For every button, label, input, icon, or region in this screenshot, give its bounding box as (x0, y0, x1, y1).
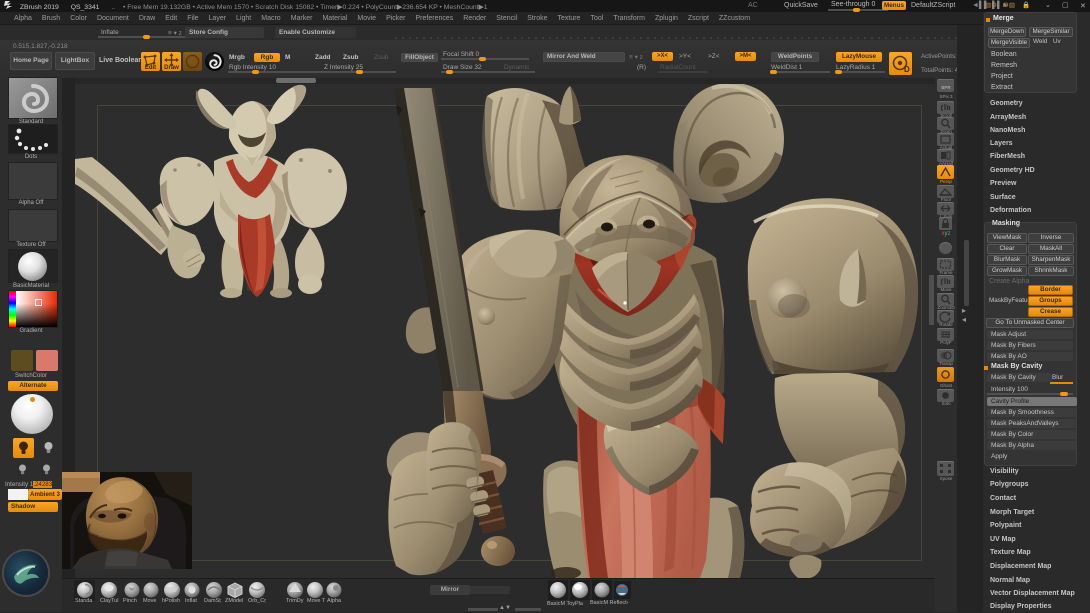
svg-text:D: D (904, 65, 910, 74)
